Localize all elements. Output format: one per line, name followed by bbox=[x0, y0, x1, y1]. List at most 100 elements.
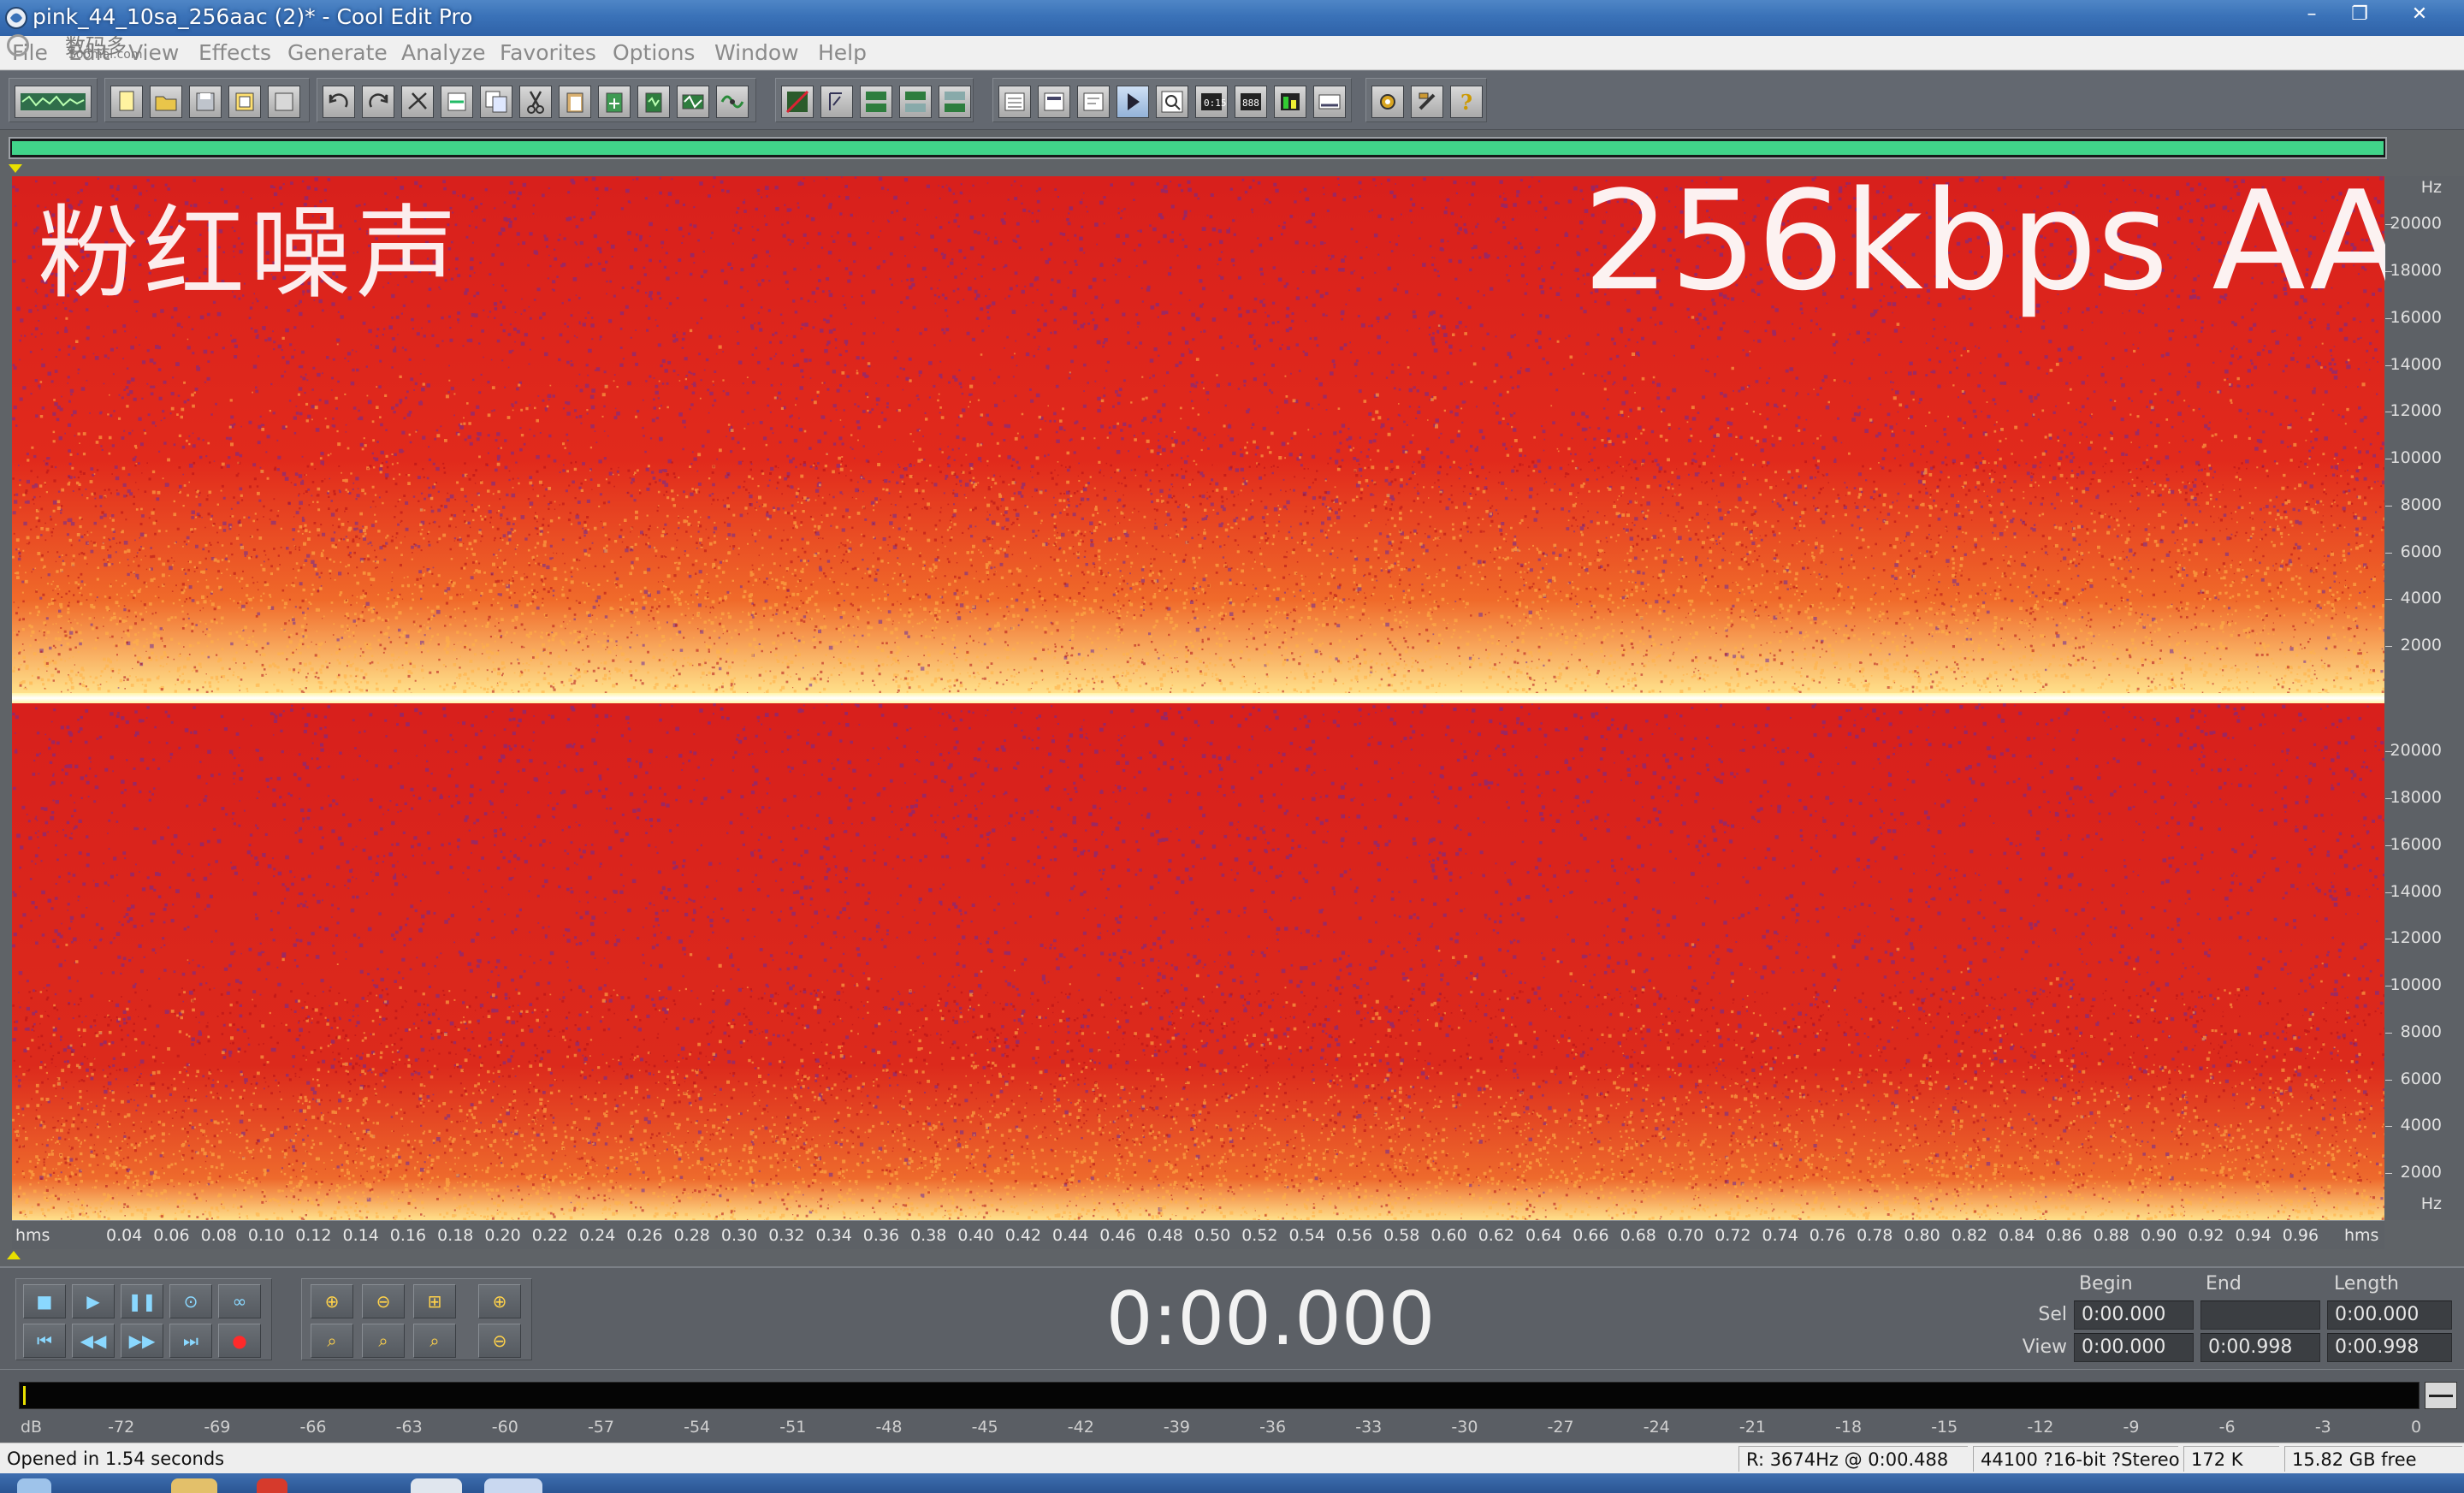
menu-help[interactable]: Help bbox=[818, 40, 867, 65]
toggle-waveform-view-button[interactable] bbox=[15, 86, 92, 118]
info-icon bbox=[1083, 92, 1104, 111]
info-button[interactable] bbox=[1077, 86, 1110, 118]
freq-tick-mark bbox=[2385, 599, 2392, 601]
repeat-icon bbox=[408, 92, 427, 110]
menu-effects[interactable]: Effects bbox=[198, 40, 271, 65]
new-file-button[interactable] bbox=[110, 86, 143, 118]
cursor-play-icon bbox=[1128, 93, 1140, 110]
edit-right-channel-button[interactable] bbox=[939, 86, 971, 118]
repeat-last-command-button[interactable] bbox=[401, 86, 434, 118]
play-list-button[interactable] bbox=[1038, 86, 1070, 118]
snap-to-cues-button[interactable] bbox=[1116, 86, 1149, 118]
overview-range-bar[interactable] bbox=[9, 137, 2387, 159]
zero-crossing-button[interactable] bbox=[716, 86, 749, 118]
cut-button[interactable] bbox=[519, 86, 552, 118]
stop-button[interactable]: ■ bbox=[23, 1284, 66, 1318]
save-as-button[interactable] bbox=[228, 86, 261, 118]
menu-window[interactable]: Window bbox=[714, 40, 799, 65]
menu-generate[interactable]: Generate bbox=[287, 40, 388, 65]
toolbar-group-tools: 0:15 888 bbox=[992, 78, 1352, 122]
sel-begin-field[interactable]: 0:00.000 bbox=[2074, 1300, 2194, 1330]
close-button[interactable]: ✕ bbox=[2396, 0, 2443, 29]
menu-options[interactable]: Options bbox=[613, 40, 695, 65]
db-tick-label: -21 bbox=[1738, 1418, 1766, 1437]
minimize-button[interactable]: – bbox=[2288, 0, 2336, 29]
zoom-full-icon: ⊞ bbox=[427, 1291, 442, 1312]
zoom-left-button[interactable]: ⌕ bbox=[311, 1324, 353, 1358]
time-ruler[interactable]: hms hms 0.04 0.06 0.08 0.10 0.12 0.14 0.16 0.18… bbox=[12, 1220, 2384, 1249]
zoom-right-button[interactable]: ⌕ bbox=[362, 1324, 405, 1358]
toggle-spectral-view-button[interactable] bbox=[781, 86, 814, 118]
menu-analyze[interactable]: Analyze bbox=[401, 40, 486, 65]
frequency-ruler[interactable]: Hz Hz 20000 18000 16000 14000 12000 10000 8000… bbox=[2385, 176, 2464, 1220]
rewind-button[interactable]: ◀◀ bbox=[72, 1324, 115, 1358]
go-to-end-button[interactable]: ⏭ bbox=[169, 1324, 212, 1358]
view-begin-field[interactable]: 0:00.000 bbox=[2074, 1333, 2194, 1362]
view-length-field[interactable]: 0:00.998 bbox=[2327, 1333, 2452, 1362]
sel-end-field[interactable] bbox=[2200, 1300, 2320, 1330]
spectral-view-right-channel[interactable] bbox=[12, 703, 2384, 1220]
trim-icon bbox=[682, 94, 704, 110]
time-format-button[interactable]: 0:15 bbox=[1195, 86, 1228, 118]
taskbar-start-icon[interactable] bbox=[17, 1478, 51, 1493]
time-tick-label: 0.06 bbox=[153, 1226, 190, 1245]
record-button[interactable]: ● bbox=[218, 1324, 261, 1358]
level-meter-button[interactable] bbox=[1274, 86, 1306, 118]
selection-view-panel: Begin End Length Sel View 0:00.000 0:00.… bbox=[2011, 1273, 2461, 1366]
go-to-start-button[interactable]: ⏮ bbox=[23, 1324, 66, 1358]
zoom-in-vertical-button[interactable]: ⊕ bbox=[478, 1284, 521, 1318]
redo-button[interactable] bbox=[362, 86, 394, 118]
freq-tick-mark bbox=[2385, 797, 2392, 799]
play-to-end-button[interactable]: ⊙ bbox=[169, 1284, 212, 1318]
level-meter-reset-button[interactable] bbox=[2425, 1382, 2457, 1409]
pause-button[interactable]: ❚❚ bbox=[121, 1284, 163, 1318]
tool-button[interactable] bbox=[1411, 86, 1443, 118]
maximize-button[interactable]: ❐ bbox=[2336, 0, 2384, 29]
zoom-in-horizontal-button[interactable]: ⊕ bbox=[311, 1284, 353, 1318]
spectral-zoom-button[interactable] bbox=[1156, 86, 1188, 118]
trim-button[interactable] bbox=[677, 86, 709, 118]
fast-forward-button[interactable]: ▶▶ bbox=[121, 1324, 163, 1358]
taskbar-explorer-icon[interactable] bbox=[171, 1478, 217, 1493]
close-file-button[interactable] bbox=[268, 86, 300, 118]
time-tick-label: 0.46 bbox=[1099, 1226, 1136, 1245]
freq-tick-mark bbox=[2385, 1079, 2392, 1081]
taskbar-cooledit-icon[interactable] bbox=[484, 1478, 542, 1493]
taskbar-app-icon[interactable] bbox=[257, 1478, 287, 1493]
app-icon[interactable] bbox=[3, 5, 29, 31]
sel-length-field[interactable]: 0:00.000 bbox=[2327, 1300, 2452, 1330]
play-button[interactable]: ▶ bbox=[72, 1284, 115, 1318]
paste-to-new-button[interactable] bbox=[598, 86, 631, 118]
level-meter-bar[interactable] bbox=[19, 1382, 2420, 1409]
settings-button[interactable] bbox=[1371, 86, 1404, 118]
copy-button[interactable] bbox=[480, 86, 512, 118]
zoom-full-button[interactable]: ⊞ bbox=[413, 1284, 456, 1318]
overview-visible-range[interactable] bbox=[12, 141, 2384, 155]
zoom-out-horizontal-button[interactable]: ⊖ bbox=[362, 1284, 405, 1318]
show-both-channels-button[interactable] bbox=[860, 86, 892, 118]
freq-tick-label: 14000 bbox=[2390, 881, 2442, 901]
copy-to-new-button[interactable] bbox=[441, 86, 473, 118]
time-tick-label: 0.88 bbox=[2093, 1226, 2129, 1245]
sample-format-button[interactable]: 888 bbox=[1235, 86, 1267, 118]
save-button[interactable] bbox=[189, 86, 222, 118]
mix-paste-button[interactable] bbox=[637, 86, 670, 118]
loop-button[interactable]: ∞ bbox=[218, 1284, 261, 1318]
edit-left-channel-button[interactable] bbox=[899, 86, 932, 118]
taskbar-app2-icon[interactable] bbox=[411, 1478, 462, 1493]
time-tick-label: 0.92 bbox=[2188, 1226, 2224, 1245]
zoom-out-vertical-button[interactable]: ⊖ bbox=[478, 1324, 521, 1358]
toggle-waveform-button[interactable] bbox=[820, 86, 853, 118]
zoom-left-icon: ⌕ bbox=[327, 1330, 337, 1351]
menu-favorites[interactable]: Favorites bbox=[500, 40, 596, 65]
time-tick-label: 0.40 bbox=[957, 1226, 994, 1245]
view-end-field[interactable]: 0:00.998 bbox=[2200, 1333, 2320, 1362]
undo-button[interactable] bbox=[323, 86, 355, 118]
status-bar-button[interactable] bbox=[1313, 86, 1346, 118]
cue-list-button[interactable] bbox=[998, 86, 1031, 118]
zoom-selection-button[interactable]: ⌕ bbox=[413, 1324, 456, 1358]
watermark-logo-icon bbox=[7, 34, 29, 56]
help-button[interactable]: ? bbox=[1450, 86, 1483, 118]
open-file-button[interactable] bbox=[150, 86, 182, 118]
paste-button[interactable] bbox=[559, 86, 591, 118]
